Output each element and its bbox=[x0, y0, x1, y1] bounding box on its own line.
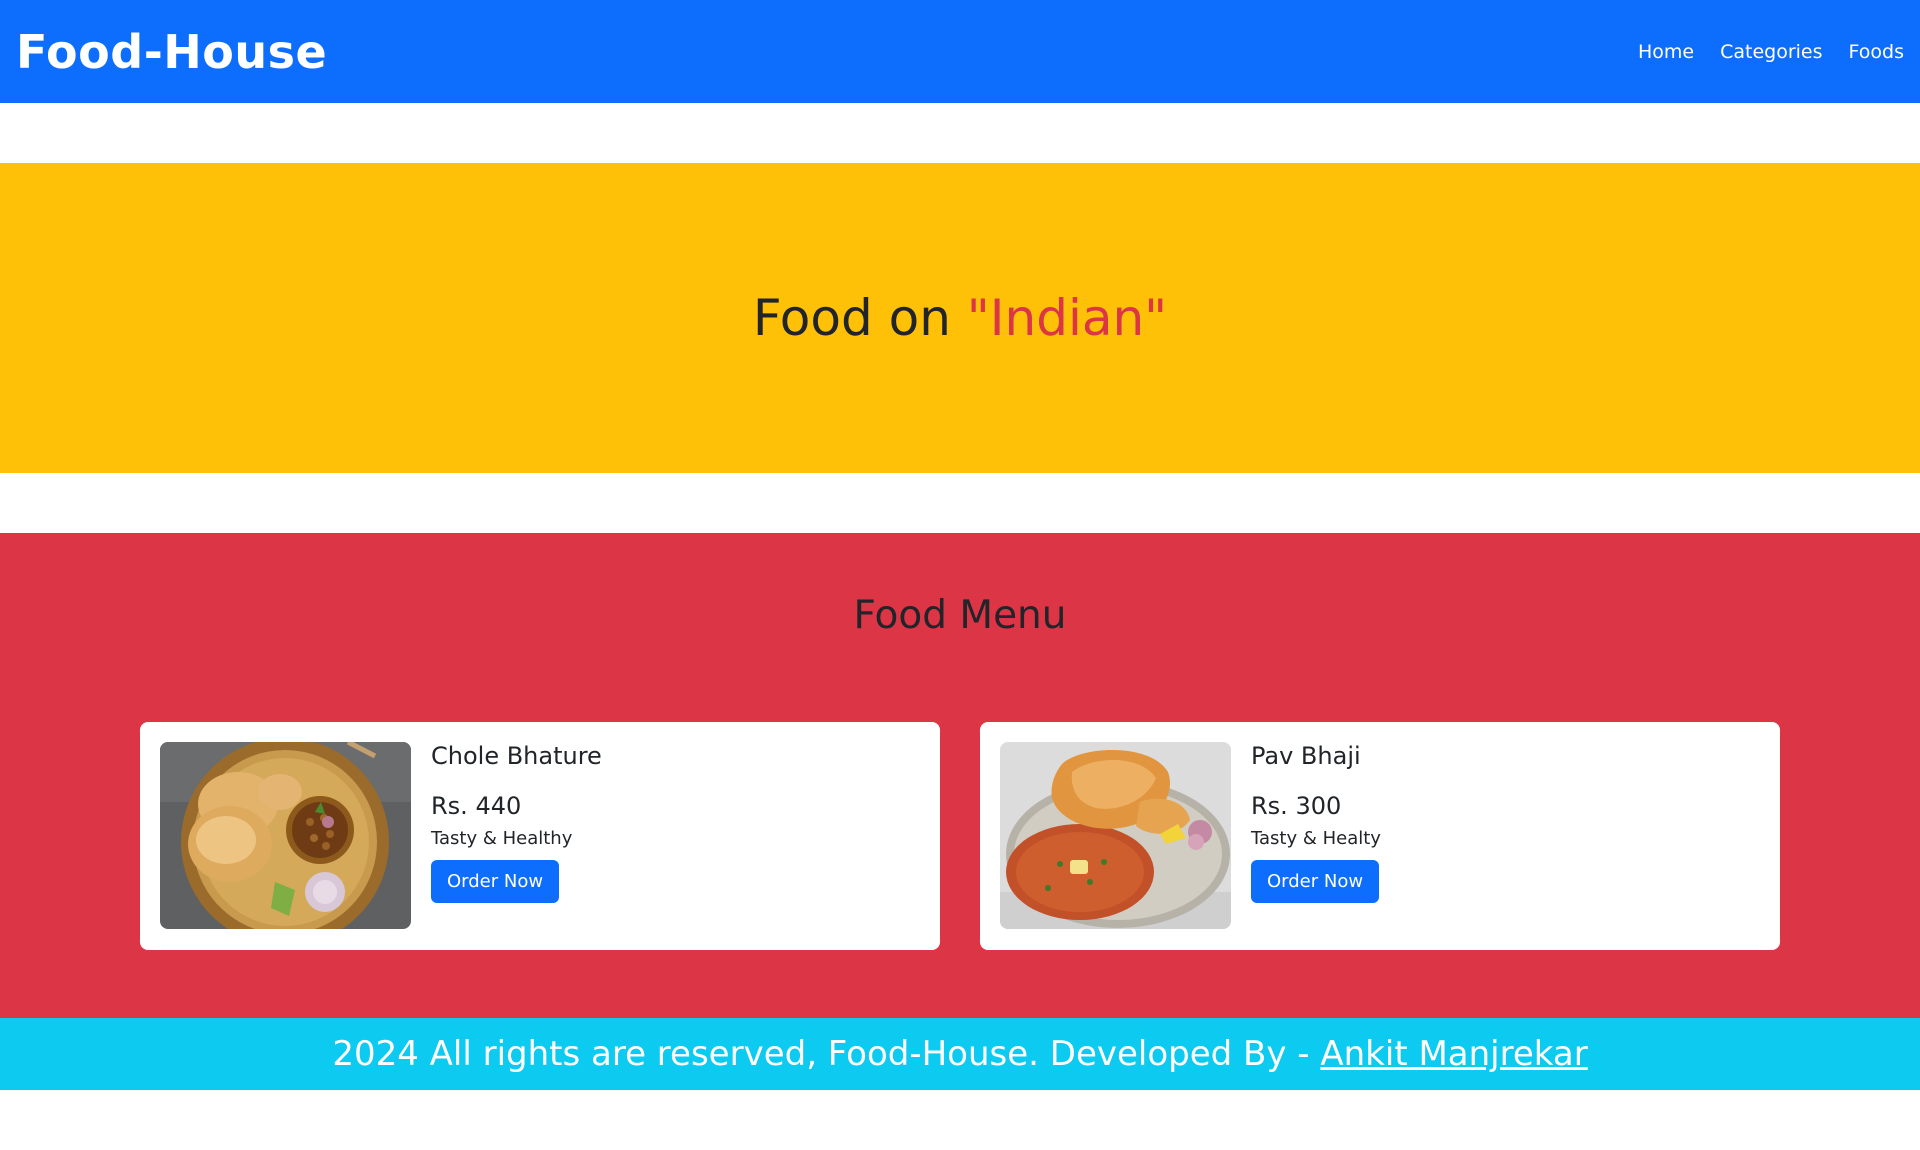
hero-heading-prefix: Food on bbox=[752, 289, 967, 347]
food-info: Chole Bhature Rs. 440 Tasty & Healthy Or… bbox=[431, 742, 602, 903]
food-price: Rs. 300 bbox=[1251, 792, 1342, 820]
food-card-pav-bhaji: Pav Bhaji Rs. 300 Tasty & Healty Order N… bbox=[980, 722, 1780, 950]
order-now-button[interactable]: Order Now bbox=[1251, 860, 1380, 903]
nav-links: Home Categories Foods bbox=[1638, 41, 1904, 63]
nav-link-home[interactable]: Home bbox=[1638, 41, 1694, 63]
food-description: Tasty & Healthy bbox=[431, 828, 573, 849]
food-name: Pav Bhaji bbox=[1251, 742, 1361, 770]
food-card-chole-bhature: Chole Bhature Rs. 440 Tasty & Healthy Or… bbox=[140, 722, 940, 950]
developer-link[interactable]: Ankit Manjrekar bbox=[1320, 1034, 1587, 1074]
hero-heading: Food on "Indian" bbox=[753, 289, 1167, 347]
nav-link-categories[interactable]: Categories bbox=[1720, 41, 1822, 63]
food-price: Rs. 440 bbox=[431, 792, 522, 820]
footer-text: 2024 All rights are reserved, Food-House… bbox=[332, 1034, 1587, 1074]
food-info: Pav Bhaji Rs. 300 Tasty & Healty Order N… bbox=[1251, 742, 1381, 903]
food-menu-section: Food Menu Chole Bhature Rs. 440 Tasty & … bbox=[0, 533, 1920, 1018]
nav-link-foods[interactable]: Foods bbox=[1849, 41, 1904, 63]
hero-category-name: "Indian" bbox=[966, 289, 1168, 347]
copyright-text: 2024 All rights are reserved, Food-House… bbox=[332, 1034, 1321, 1074]
navbar: Food-House Home Categories Foods bbox=[0, 0, 1920, 103]
food-menu-title: Food Menu bbox=[853, 593, 1067, 638]
chole-bhature-image bbox=[160, 742, 411, 929]
footer: 2024 All rights are reserved, Food-House… bbox=[0, 1018, 1920, 1090]
food-description: Tasty & Healty bbox=[1251, 828, 1381, 849]
order-now-button[interactable]: Order Now bbox=[431, 860, 560, 903]
food-name: Chole Bhature bbox=[431, 742, 602, 770]
pav-bhaji-image bbox=[1000, 742, 1231, 929]
hero-banner: Food on "Indian" bbox=[0, 163, 1920, 473]
brand-logo-link[interactable]: Food-House bbox=[16, 25, 327, 79]
